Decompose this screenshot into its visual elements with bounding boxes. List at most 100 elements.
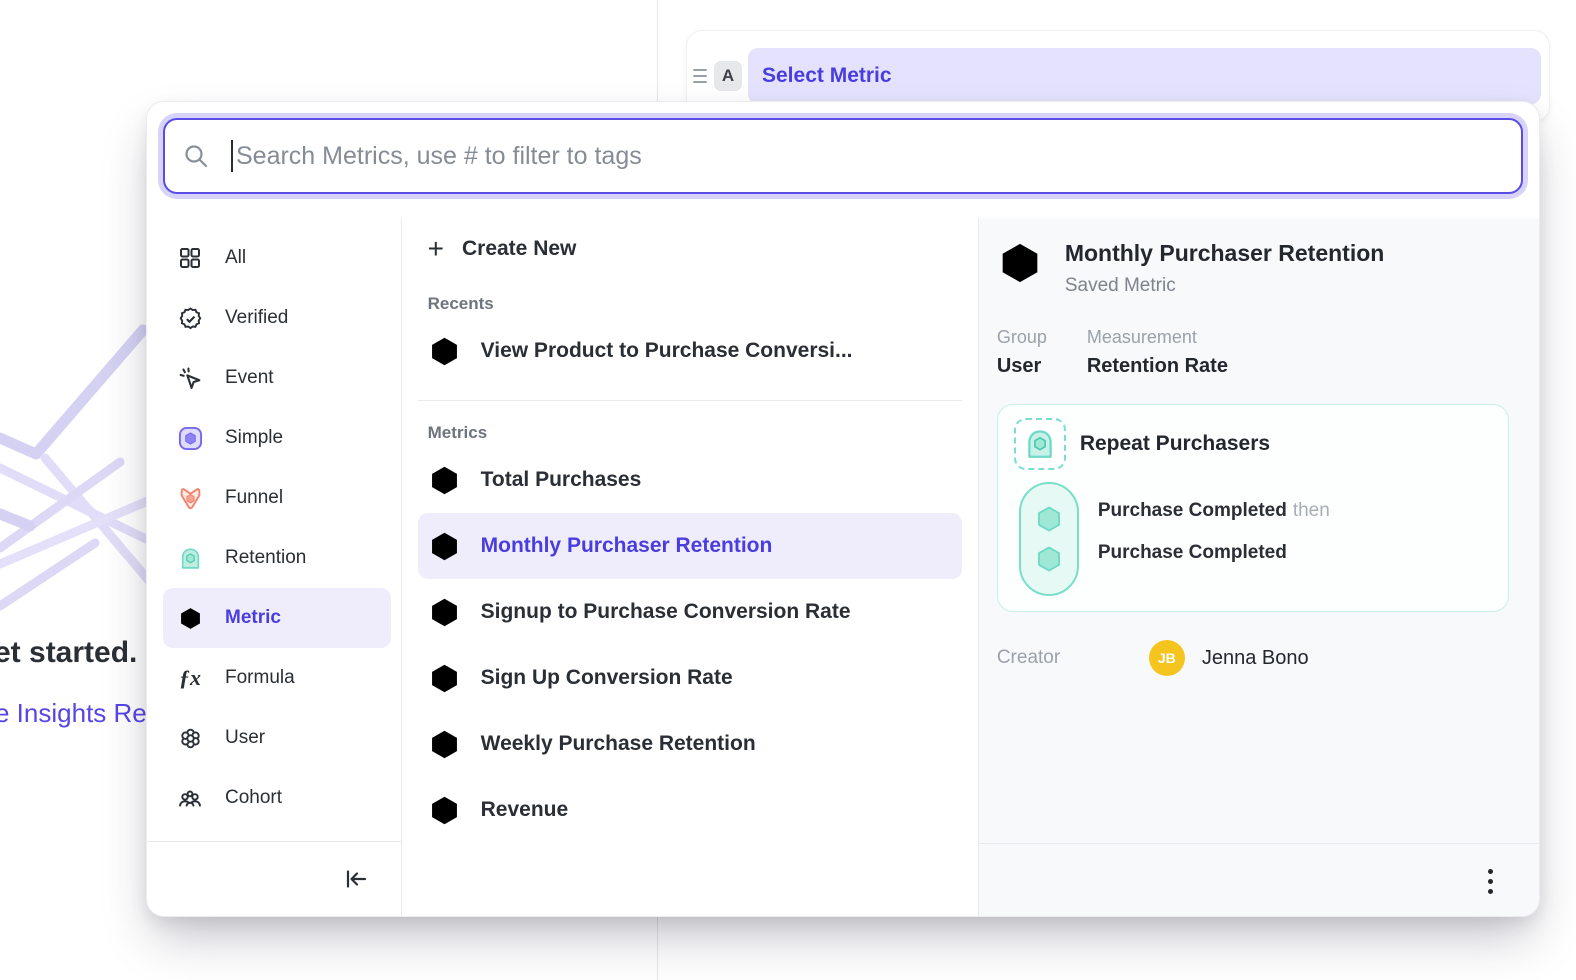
list-item-label: View Product to Purchase Conversi...	[481, 339, 853, 363]
creator-avatar: JB	[1149, 640, 1185, 676]
group-label: Group	[997, 327, 1087, 348]
sidebar-footer	[147, 841, 401, 917]
list-item-metric-1[interactable]: Monthly Purchaser Retention	[418, 513, 962, 579]
retention-metric-icon	[428, 530, 461, 563]
type-filter-sidebar: All Verified	[147, 218, 402, 917]
chart-decoration-lines	[0, 300, 152, 620]
measurement-value: Retention Rate	[1087, 355, 1228, 378]
sidebar-item-label: All	[225, 247, 246, 269]
definition-connector: then	[1293, 500, 1330, 521]
create-new-button[interactable]: + Create New	[418, 226, 962, 272]
retention-arch-icon	[177, 545, 203, 571]
sidebar-item-label: Event	[225, 367, 274, 389]
text-caret	[231, 140, 233, 172]
screen: et started. e Insights Re A Select Metri…	[0, 0, 1576, 980]
search-box[interactable]	[163, 118, 1523, 194]
verified-badge-icon	[177, 305, 203, 331]
event-hexagon-icon	[1034, 544, 1064, 574]
funnel-metric-icon	[428, 596, 461, 629]
definition-step-2: Purchase Completed	[1098, 542, 1287, 563]
funnel-metric-icon	[428, 335, 461, 368]
saved-metric-icon	[997, 240, 1043, 286]
metric-hexagon-icon	[177, 605, 203, 631]
search-area	[147, 102, 1539, 218]
popover-content: All Verified	[147, 218, 1539, 917]
definition-step-1: Purchase Completed	[1098, 500, 1287, 521]
recents-section-label: Recents	[428, 294, 962, 314]
event-hexagon-icon	[1034, 504, 1064, 534]
select-metric-popover: All Verified	[146, 101, 1540, 917]
sidebar-item-user[interactable]: User	[163, 708, 391, 768]
list-item-metric-5[interactable]: Revenue	[418, 777, 962, 843]
sidebar-item-cohort[interactable]: Cohort	[163, 768, 391, 828]
select-metric-label: Select Metric	[762, 64, 892, 88]
sidebar-item-formula[interactable]: ƒx Formula	[163, 648, 391, 708]
group-value: User	[997, 355, 1087, 378]
plus-icon: +	[428, 235, 444, 263]
sidebar-item-label: Simple	[225, 427, 283, 449]
metric-detail-panel: Monthly Purchaser Retention Saved Metric…	[979, 218, 1539, 917]
event-sequence-capsule	[1019, 482, 1079, 596]
funnel-metric-icon	[428, 662, 461, 695]
list-item-metric-0[interactable]: Total Purchases	[418, 447, 962, 513]
list-item-label: Total Purchases	[481, 468, 642, 492]
list-item-metric-4[interactable]: Weekly Purchase Retention	[418, 711, 962, 777]
sidebar-item-label: Retention	[225, 547, 306, 569]
sidebar-item-metric[interactable]: Metric	[163, 588, 391, 648]
retention-metric-icon	[428, 728, 461, 761]
list-item-label: Sign Up Conversion Rate	[481, 666, 733, 690]
measurement-label: Measurement	[1087, 327, 1228, 348]
sidebar-item-verified[interactable]: Verified	[163, 288, 391, 348]
background-headline-fragment: et started.	[0, 636, 137, 670]
definition-card: Repeat Purchasers	[997, 404, 1509, 612]
definition-name: Repeat Purchasers	[1080, 432, 1270, 456]
creator-label: Creator	[997, 647, 1149, 669]
sidebar-item-label: User	[225, 727, 265, 749]
behavior-icon	[1014, 418, 1066, 470]
formula-fx-icon: ƒx	[177, 665, 203, 691]
detail-footer	[979, 843, 1539, 917]
grid-icon	[177, 245, 203, 271]
select-metric-button[interactable]: Select Metric	[748, 48, 1541, 104]
list-item-label: Weekly Purchase Retention	[481, 732, 756, 756]
search-input[interactable]	[236, 142, 1503, 171]
list-item-label: Revenue	[481, 798, 569, 822]
creator-name: Jenna Bono	[1202, 647, 1309, 670]
detail-meta: Group User Measurement Retention Rate	[997, 327, 1521, 378]
cohort-people-icon	[177, 785, 203, 811]
list-item-metric-2[interactable]: Signup to Purchase Conversion Rate	[418, 579, 962, 645]
sidebar-item-label: Funnel	[225, 487, 283, 509]
simple-metric-icon	[428, 464, 461, 497]
section-divider	[418, 400, 962, 401]
funnel-icon	[177, 485, 203, 511]
list-item-label: Signup to Purchase Conversion Rate	[481, 600, 851, 624]
drag-handle-icon[interactable]	[693, 69, 707, 83]
series-letter-badge: A	[714, 61, 742, 91]
detail-subtitle: Saved Metric	[1065, 275, 1384, 297]
detail-title: Monthly Purchaser Retention	[1065, 240, 1384, 267]
metrics-section-label: Metrics	[428, 423, 962, 443]
list-item-recent-0[interactable]: View Product to Purchase Conversi...	[418, 318, 962, 384]
sidebar-item-funnel[interactable]: Funnel	[163, 468, 391, 528]
user-cluster-icon	[177, 725, 203, 751]
collapse-left-icon[interactable]	[337, 861, 375, 900]
create-new-label: Create New	[462, 237, 576, 261]
sidebar-item-label: Verified	[225, 307, 288, 329]
sidebar-item-event[interactable]: Event	[163, 348, 391, 408]
list-item-label: Monthly Purchaser Retention	[481, 534, 773, 558]
kebab-menu-icon[interactable]	[1484, 865, 1497, 898]
simple-metric-icon	[428, 794, 461, 827]
metric-list-column: + Create New Recents View Product to Pur…	[402, 218, 979, 917]
background-insights-link[interactable]: e Insights Re	[0, 698, 147, 729]
sidebar-item-retention[interactable]: Retention	[163, 528, 391, 588]
sidebar-item-label: Formula	[225, 667, 295, 689]
sidebar-item-all[interactable]: All	[163, 228, 391, 288]
sidebar-item-label: Metric	[225, 607, 281, 629]
creator-row: Creator JB Jenna Bono	[997, 640, 1521, 676]
search-icon	[183, 143, 209, 169]
cursor-click-icon	[177, 365, 203, 391]
list-item-metric-3[interactable]: Sign Up Conversion Rate	[418, 645, 962, 711]
sidebar-item-simple[interactable]: Simple	[163, 408, 391, 468]
sidebar-item-label: Cohort	[225, 787, 282, 809]
simple-metric-icon	[177, 425, 203, 451]
